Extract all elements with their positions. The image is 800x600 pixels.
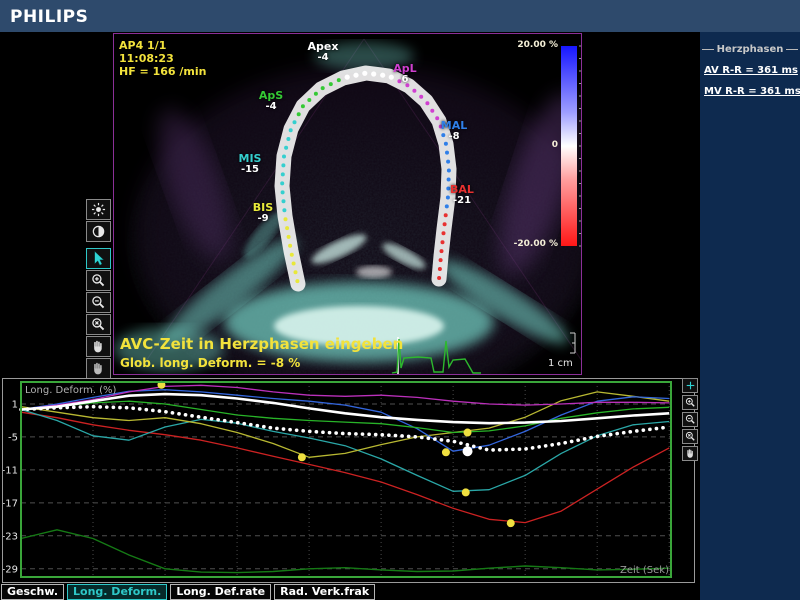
peak-marker-bal[interactable] (507, 519, 515, 527)
colorbar-zero-label: 0 (552, 140, 558, 150)
segment-strain-value: 6 (393, 74, 416, 85)
peak-marker-mal[interactable] (442, 448, 450, 456)
ultrasound-image-area[interactable]: AP4 1/1 11:08:23 HF = 166 /min Apex -4Ap… (113, 33, 582, 375)
segment-name: MIS (239, 153, 262, 164)
peak-marker-mis[interactable] (462, 488, 470, 496)
tab-long-def-rate[interactable]: Long. Def.rate (170, 584, 271, 600)
segment-label-apex: Apex -4 (308, 41, 339, 63)
zoom-reset-icon[interactable] (682, 429, 698, 444)
y-tick-label: 1 (12, 399, 18, 410)
y-tick-label: -29 (3, 564, 18, 575)
segment-strain-value: -4 (308, 52, 339, 63)
divider-line (702, 49, 714, 50)
x-axis-label: Zeit (Sek) (620, 565, 669, 576)
segment-name: ApL (393, 63, 416, 74)
philips-logo: PHILIPS (10, 7, 88, 27)
segment-label-mis: MIS -15 (239, 153, 262, 175)
segment-label-bal: BAL -21 (450, 184, 474, 206)
chart-tool-palette (682, 378, 699, 463)
ultrasound-image (114, 34, 581, 374)
pan-icon[interactable] (682, 446, 698, 461)
divider-line (786, 49, 798, 50)
tab-geschw[interactable]: Geschw. (1, 584, 64, 600)
peak-marker-bis[interactable] (298, 453, 306, 461)
strain-chart: 1-5-11-17-23-290.020.060.100.140.180.220… (3, 379, 692, 580)
zoom-out-icon[interactable] (86, 292, 111, 313)
heart-rate-label: HF = 166 /min (119, 65, 206, 78)
brightness-icon[interactable] (86, 199, 111, 220)
segment-label-mal: MAL -8 (441, 120, 467, 142)
segment-name: BIS (253, 202, 273, 213)
segment-strain-value: -8 (441, 131, 467, 142)
view-label: AP4 1/1 (119, 39, 166, 52)
segment-name: ApS (259, 90, 283, 101)
pointer-icon[interactable] (86, 248, 111, 269)
y-tick-label: -17 (3, 498, 18, 509)
time-label: 11:08:23 (119, 52, 174, 65)
herzphasen-panel: Herzphasen AV R-R = 361 ms MV R-R = 361 … (700, 32, 800, 600)
grab-icon[interactable] (86, 358, 111, 379)
tab-long-deform[interactable]: Long. Deform. (67, 584, 167, 600)
crosshair-icon[interactable] (682, 378, 698, 393)
tab-rad-verk-frak[interactable]: Rad. Verk.frak (274, 584, 375, 600)
herzphasen-title: Herzphasen (714, 44, 787, 55)
avc-prompt-message: AVC-Zeit in Herzphasen eingeben (120, 335, 403, 353)
global-strain-value: Glob. long. Deform. = -8 % (120, 356, 300, 370)
contrast-icon[interactable] (86, 221, 111, 242)
segment-name: BAL (450, 184, 474, 195)
pan-icon[interactable] (86, 336, 111, 357)
segment-name: MAL (441, 120, 467, 131)
segment-label-aps: ApS -4 (259, 90, 283, 112)
segment-name: Apex (308, 41, 339, 52)
colorbar-max-label: 20.00 % (517, 40, 558, 50)
peak-marker-aps[interactable] (464, 429, 472, 437)
zoom-in-icon[interactable] (682, 395, 698, 410)
scale-label: 1 cm (548, 358, 573, 369)
mv-rr-link[interactable]: MV R-R = 361 ms (704, 86, 796, 97)
image-tool-palette (86, 199, 111, 380)
zoom-reset-icon[interactable] (86, 314, 111, 335)
colorbar-min-label: -20.00 % (514, 239, 558, 249)
y-tick-label: -23 (3, 531, 18, 542)
ultrasound-speckle (114, 39, 581, 374)
strain-chart-panel[interactable]: 1-5-11-17-23-290.020.060.100.140.180.220… (2, 378, 695, 583)
strain-curve-bal (21, 412, 669, 522)
segment-strain-value: -21 (450, 195, 474, 206)
y-tick-label: -11 (3, 465, 18, 476)
strain-colorbar (561, 46, 577, 246)
peak-marker-global[interactable] (463, 446, 473, 456)
title-bar: PHILIPS (0, 0, 800, 32)
application-window: PHILIPS Herzphasen AV R-R = 361 ms MV R-… (0, 0, 800, 600)
segment-strain-value: -15 (239, 164, 262, 175)
herzphasen-section-header: Herzphasen (702, 44, 798, 55)
y-tick-label: -5 (8, 432, 18, 443)
strain-curve-aps (21, 401, 669, 432)
trace-mode-tabs: Geschw. Long. Deform. Long. Def.rate Rad… (1, 584, 375, 600)
segment-strain-value: -9 (253, 213, 273, 224)
segment-label-apl: ApL 6 (393, 63, 416, 85)
zoom-out-icon[interactable] (682, 412, 698, 427)
chart-title: Long. Deform. (%) (25, 385, 116, 396)
segment-label-bis: BIS -9 (253, 202, 273, 224)
av-rr-link[interactable]: AV R-R = 361 ms (704, 65, 796, 76)
segment-strain-value: -4 (259, 101, 283, 112)
zoom-in-icon[interactable] (86, 270, 111, 291)
